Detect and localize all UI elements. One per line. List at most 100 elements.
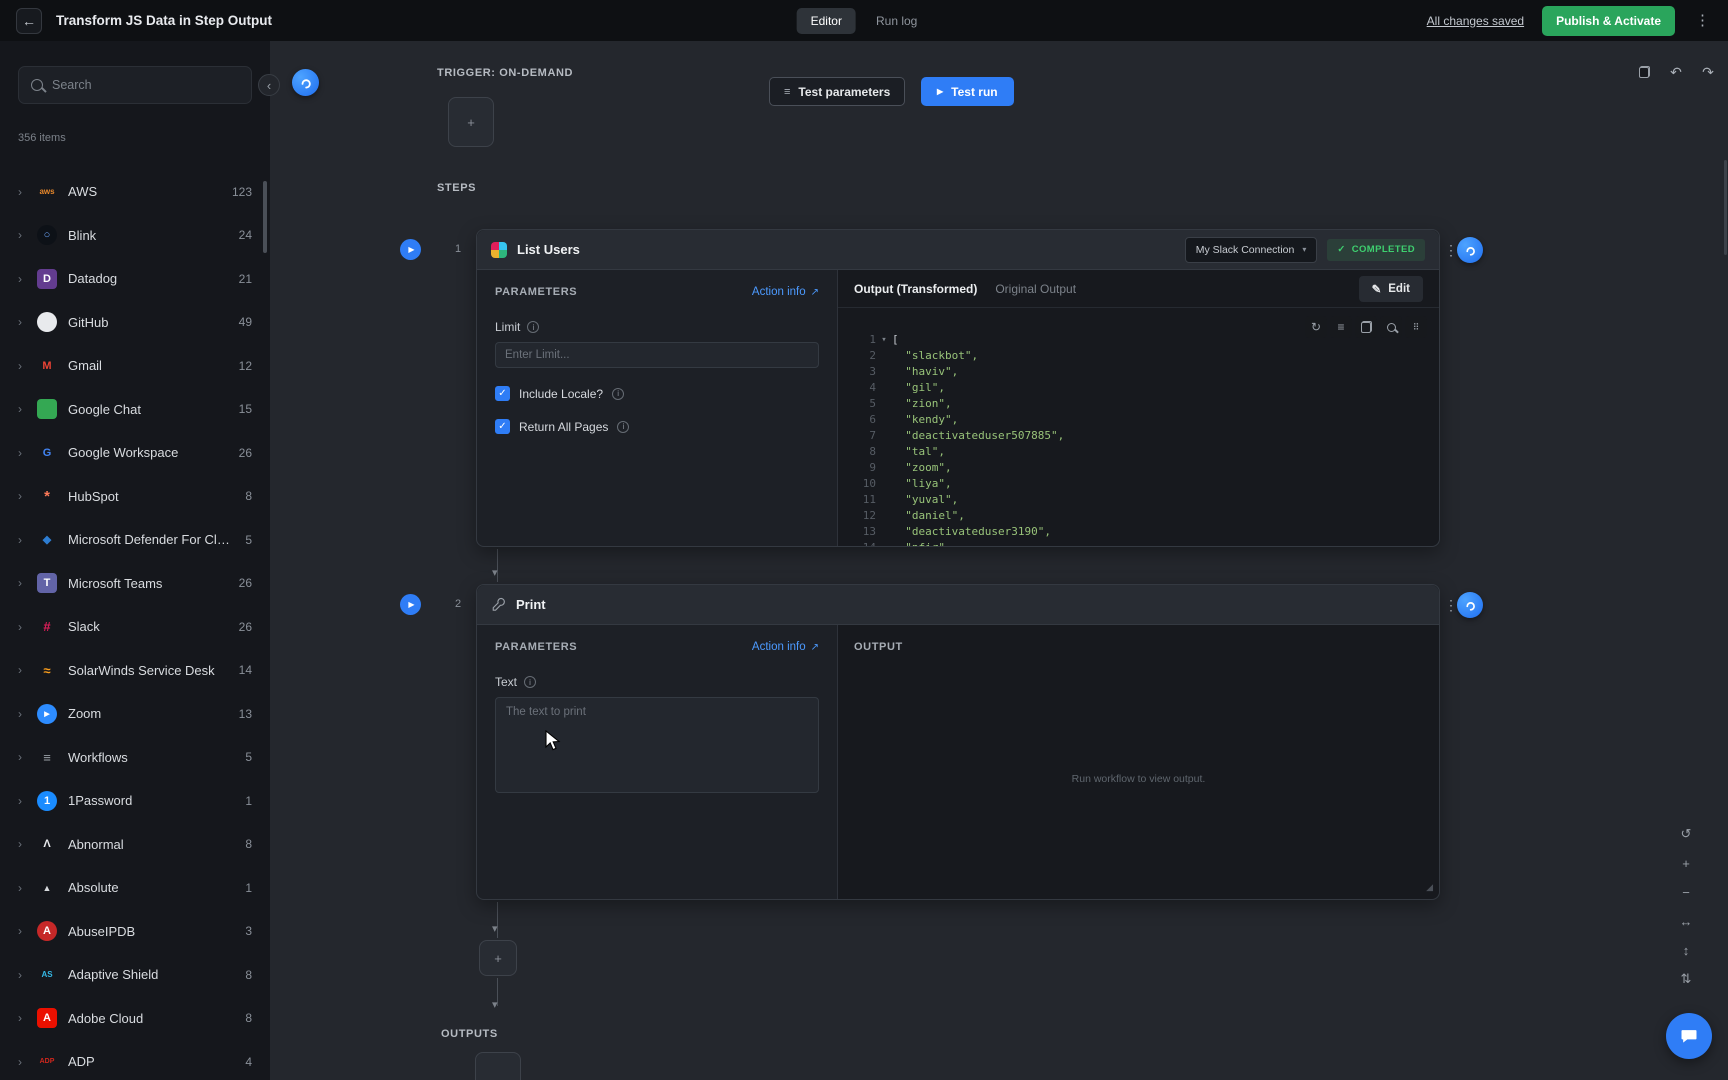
action-info-link[interactable]: Action info ↗ xyxy=(752,286,819,298)
sidebar-item-aws[interactable]: › aws AWS 123 xyxy=(0,170,270,214)
edit-button[interactable]: ✎ Edit xyxy=(1358,275,1423,302)
tab-original-output[interactable]: Original Output xyxy=(995,282,1076,296)
connector-arrow-icon: ▾ xyxy=(492,567,498,579)
step-title: Print xyxy=(516,597,546,612)
trigger-label: TRIGGER: ON-DEMAND xyxy=(437,67,574,79)
chevron-right-icon: › xyxy=(18,706,22,721)
step-body: PARAMETERS Action info ↗ Text i OUTPUT R… xyxy=(477,625,1439,899)
sidebar-item-1password[interactable]: › 1 1Password 1 xyxy=(0,779,270,823)
test-parameters-button[interactable]: ≡ Test parameters xyxy=(769,77,906,106)
chevron-right-icon: › xyxy=(18,576,22,591)
add-step-node[interactable]: + xyxy=(479,940,517,976)
sidebar-item-gmail[interactable]: › M Gmail 12 xyxy=(0,344,270,388)
sidebar-item-microsoft-defender-for-cloud[interactable]: › ◆ Microsoft Defender For Cloud 5 xyxy=(0,518,270,562)
plus-icon: + xyxy=(494,950,502,966)
copy-icon[interactable] xyxy=(1355,316,1377,338)
fit-width-icon[interactable]: ↔ xyxy=(1676,911,1696,931)
sidebar-item-google-workspace[interactable]: › G Google Workspace 26 xyxy=(0,431,270,475)
code-text: "deactivateduser3190", xyxy=(892,525,1051,538)
limit-label: Limit xyxy=(495,320,521,334)
sidebar-item-count: 21 xyxy=(238,271,252,286)
top-tabs: Editor Run log xyxy=(796,7,932,34)
chevron-right-icon: › xyxy=(18,358,22,373)
sidebar-scrollbar[interactable] xyxy=(263,181,267,253)
sidebar-item-abnormal[interactable]: › Λ Abnormal 8 xyxy=(0,823,270,867)
refresh-icon[interactable]: ↻ xyxy=(1305,316,1327,338)
zoom-out-icon[interactable]: − xyxy=(1676,882,1696,902)
sidebar-item-workflows[interactable]: › ≡ Workflows 5 xyxy=(0,736,270,780)
sidebar-item-microsoft-teams[interactable]: › T Microsoft Teams 26 xyxy=(0,562,270,606)
limit-input[interactable] xyxy=(495,342,819,368)
collapse-rail-icon[interactable]: ⇅ xyxy=(1676,969,1696,989)
sidebar-item-adp[interactable]: › ADP ADP 4 xyxy=(0,1040,270,1080)
copilot-step-button[interactable] xyxy=(1457,237,1483,263)
text-input[interactable] xyxy=(495,697,819,793)
step-header[interactable]: List Users My Slack Connection ▾ ✓ COMPL… xyxy=(477,230,1439,270)
chevron-down-icon: ▾ xyxy=(1302,245,1307,254)
code-line: 2 "slackbot", xyxy=(850,348,1439,364)
fit-height-icon[interactable]: ↕ xyxy=(1676,940,1696,960)
sidebar-item-hubspot[interactable]: › * HubSpot 8 xyxy=(0,475,270,519)
fold-icon xyxy=(876,524,892,540)
all-changes-saved-link[interactable]: All changes saved xyxy=(1427,14,1524,28)
sidebar-item-slack[interactable]: › # Slack 26 xyxy=(0,605,270,649)
sidebar-item-absolute[interactable]: › ▲ Absolute 1 xyxy=(0,866,270,910)
sidebar-item-abuseipdb[interactable]: › A AbuseIPDB 3 xyxy=(0,910,270,954)
slack-icon xyxy=(491,241,507,258)
test-run-button[interactable]: ▶ Test run xyxy=(921,77,1014,106)
duplicate-icon[interactable] xyxy=(1634,62,1654,82)
gmail-icon: M xyxy=(42,359,52,372)
align-icon[interactable]: ≡ xyxy=(1330,316,1352,338)
search-code-icon[interactable] xyxy=(1380,316,1402,338)
outputs-label: OUTPUTS xyxy=(441,1028,498,1040)
tab-editor[interactable]: Editor xyxy=(796,7,856,34)
sidebar-item-blink[interactable]: › ○ Blink 24 xyxy=(0,214,270,258)
sidebar-item-google-chat[interactable]: › Google Chat 15 xyxy=(0,388,270,432)
search-input[interactable] xyxy=(52,78,239,92)
reset-view-icon[interactable]: ↺ xyxy=(1676,824,1696,844)
tab-run-log[interactable]: Run log xyxy=(862,8,931,34)
sidebar-item-adobe-cloud[interactable]: › A Adobe Cloud 8 xyxy=(0,997,270,1041)
sidebar-item-solarwinds-service-desk[interactable]: › ≈ SolarWinds Service Desk 14 xyxy=(0,649,270,693)
step-menu-icon[interactable]: ⋮ xyxy=(1444,597,1458,614)
zoom-in-icon[interactable]: + xyxy=(1676,853,1696,873)
step-menu-icon[interactable]: ⋮ xyxy=(1444,242,1458,259)
undo-icon[interactable]: ↶ xyxy=(1666,62,1686,82)
step-header[interactable]: Print xyxy=(477,585,1439,625)
sidebar-item-count: 4 xyxy=(245,1054,252,1069)
sidebar-item-zoom[interactable]: › ▶ Zoom 13 xyxy=(0,692,270,736)
return-all-pages-checkbox[interactable]: ✓ Return All Pages i xyxy=(495,419,819,434)
fold-icon xyxy=(876,460,892,476)
connection-select[interactable]: My Slack Connection ▾ xyxy=(1184,236,1318,263)
external-link-icon: ↗ xyxy=(810,641,819,653)
code-line: 5 "zion", xyxy=(850,396,1439,412)
page-scrollbar[interactable] xyxy=(1724,160,1727,255)
run-step-button[interactable]: ▶ xyxy=(400,594,421,615)
include-locale-checkbox[interactable]: ✓ Include Locale? i xyxy=(495,386,819,401)
sidebar-item-adaptive-shield[interactable]: › AS Adaptive Shield 8 xyxy=(0,953,270,997)
search-box[interactable] xyxy=(18,66,252,104)
tab-output-transformed[interactable]: Output (Transformed) xyxy=(854,282,977,296)
back-button[interactable]: ← xyxy=(16,7,42,34)
redo-icon[interactable]: ↷ xyxy=(1698,62,1718,82)
copilot-step-button[interactable] xyxy=(1457,592,1483,618)
outputs-node[interactable] xyxy=(475,1052,521,1080)
code-editor-lines[interactable]: 1 ▾[2 "slackbot", 3 "haviv", 4 "gil", 5 "zio… xyxy=(838,308,1439,546)
line-number: 14 xyxy=(850,540,876,546)
sidebar-item-count: 15 xyxy=(238,402,252,417)
sidebar-item-datadog[interactable]: › D Datadog 21 xyxy=(0,257,270,301)
run-step-button[interactable]: ▶ xyxy=(400,239,421,260)
copilot-button[interactable] xyxy=(292,69,319,96)
resize-handle-icon[interactable]: ◢ xyxy=(1426,882,1433,893)
chevron-right-icon: › xyxy=(18,271,22,286)
line-number: 6 xyxy=(869,413,876,426)
action-info-link[interactable]: Action info ↗ xyxy=(752,641,819,653)
publish-activate-button[interactable]: Publish & Activate xyxy=(1542,5,1675,36)
sidebar-item-github[interactable]: › GitHub 49 xyxy=(0,301,270,345)
chat-fab-button[interactable] xyxy=(1666,1013,1712,1059)
trigger-node[interactable]: + xyxy=(448,97,494,147)
topbar-menu-icon[interactable]: ⋮ xyxy=(1693,13,1712,28)
chevron-right-icon: › xyxy=(18,402,22,417)
drag-handle-icon[interactable]: ⠿ xyxy=(1405,316,1427,338)
sidebar-collapse-button[interactable]: ‹ xyxy=(258,74,280,96)
